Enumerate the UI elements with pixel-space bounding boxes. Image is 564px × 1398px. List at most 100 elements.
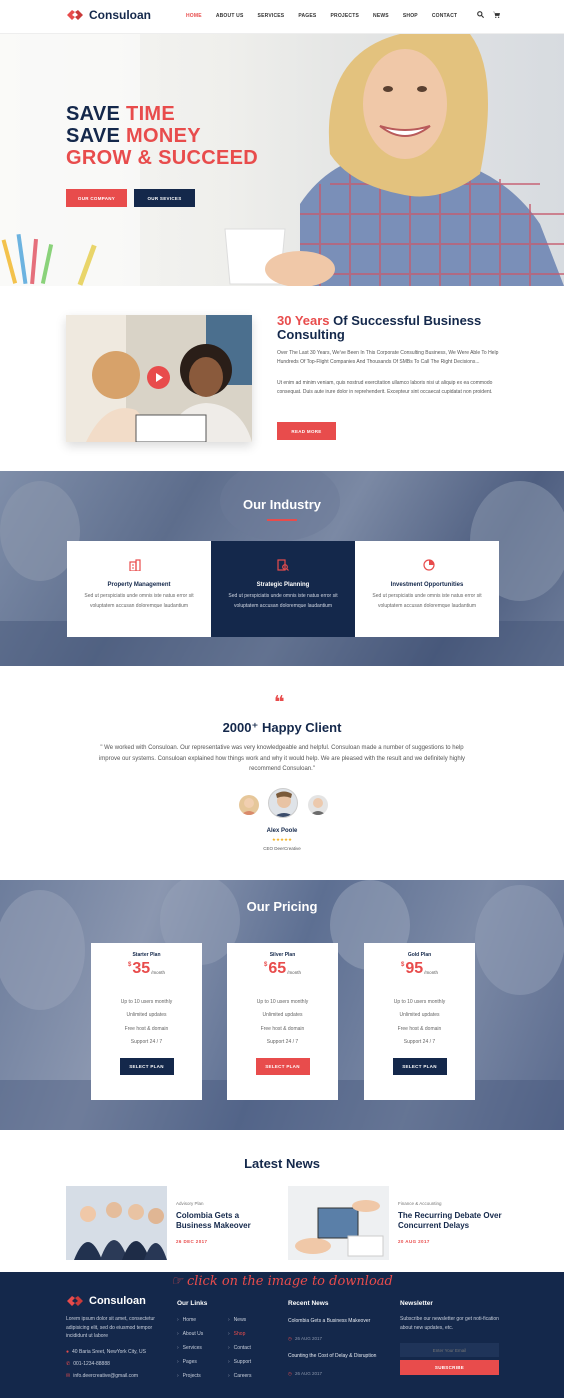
chevron-right-icon: › — [228, 1359, 230, 1365]
plan-feature: Unlimited updates — [126, 1012, 167, 1019]
hero-section: SAVE TIME SAVE MONEY GROW & SUCCEED OUR … — [0, 34, 564, 286]
plan-feature: Support 24 / 7 — [266, 1038, 299, 1045]
testimonial-quote: " We worked with Consuloan. Our represen… — [98, 745, 466, 772]
plan-feature: Up to 10 users monthly — [256, 999, 309, 1005]
footer-link-pages[interactable]: › Pages — [177, 1355, 203, 1369]
footer-links-col-2: › News › Shop › Contact › Support › Careers — [228, 1313, 251, 1383]
hero-line-2: SAVE MONEY — [66, 125, 201, 147]
site-footer: ☞ click on the image to download Consulo… — [0, 1272, 564, 1398]
testimonial-title: 2000⁺ Happy Client — [222, 720, 342, 735]
footer-link-contact[interactable]: › Contact — [228, 1341, 251, 1355]
client-name: Alex Poole — [266, 828, 298, 834]
chevron-right-icon: › — [177, 1373, 179, 1379]
select-plan-button[interactable]: SELECT PLAN — [119, 1058, 174, 1076]
select-plan-button[interactable]: SELECT PLAN — [255, 1058, 310, 1076]
nav-about[interactable]: ABOUT US — [216, 13, 244, 19]
pricing-title: Our Pricing — [246, 899, 318, 914]
newsletter-text: Subscribe our newsletter gor get noti-fi… — [400, 1316, 499, 1331]
footer-logo[interactable]: Consuloan — [66, 1295, 146, 1307]
industry-card-strategic[interactable]: Strategic Planning Sed ut perspiciatis u… — [211, 541, 355, 637]
footer-phone[interactable]: ✆ 001-1234-88888 — [66, 1360, 110, 1369]
nav-news[interactable]: NEWS — [373, 13, 389, 19]
about-paragraph-1: Over The Last 30 Years, We've Been In Th… — [277, 350, 499, 365]
newsletter-email-input[interactable] — [400, 1343, 499, 1357]
footer-brand: Consuloan — [89, 1295, 146, 1307]
footer-recent-title: Recent News — [288, 1300, 329, 1307]
phone-icon: ✆ — [66, 1361, 71, 1367]
main-nav: HOME ABOUT US SERVICES PAGES PROJECTS NE… — [186, 13, 471, 19]
footer-about: Lorem ipsum dolor sit amet, consectetur … — [66, 1316, 155, 1339]
chevron-right-icon: › — [177, 1317, 179, 1323]
news-category: Advisory Plan — [176, 1201, 204, 1206]
footer-link-support[interactable]: › Support — [228, 1355, 251, 1369]
pricing-card-gold: Gold Plan $95/month Up to 10 users month… — [364, 943, 475, 1100]
chevron-right-icon: › — [228, 1331, 230, 1337]
footer-email[interactable]: ✉ info.deercreative@gmail.com — [66, 1372, 138, 1381]
industry-card-property[interactable]: Property Management Sed ut perspiciatis … — [67, 541, 211, 637]
about-title: 30 Years Of Successful Business Consulti… — [277, 313, 482, 342]
select-plan-button[interactable]: SELECT PLAN — [392, 1058, 447, 1076]
footer-link-home[interactable]: › Home — [177, 1313, 203, 1327]
footer-links-title: Our Links — [177, 1300, 208, 1307]
nav-home[interactable]: HOME — [186, 13, 202, 19]
plan-feature: Unlimited updates — [262, 1012, 303, 1019]
industry-card-investment[interactable]: Investment Opportunities Sed ut perspici… — [355, 541, 499, 637]
cart-icon[interactable] — [493, 11, 500, 18]
footer-link-news[interactable]: › News — [228, 1313, 251, 1327]
download-banner[interactable]: ☞ click on the image to download — [0, 1274, 564, 1289]
site-header: Consuloan HOME ABOUT US SERVICES PAGES P… — [0, 0, 564, 34]
read-more-button[interactable]: READ MORE — [277, 422, 336, 440]
our-services-button[interactable]: OUR SEVICES — [134, 189, 195, 207]
search-icon[interactable] — [477, 11, 484, 18]
recent-news-title[interactable]: Colombia Gets a Business Makeover — [288, 1317, 378, 1326]
nav-pages[interactable]: PAGES — [298, 13, 316, 19]
rating-stars: ★★★★★ — [271, 837, 293, 842]
nav-projects[interactable]: PROJECTS — [330, 13, 359, 19]
about-paragraph-2: Ut enim ad minim veniam, quis nostrud ex… — [277, 380, 493, 395]
recent-news-date: ◷ 26 AUG 2017 — [288, 1371, 322, 1376]
nav-contact[interactable]: CONTACT — [432, 13, 457, 19]
plan-feature: Free host & domain — [124, 1025, 169, 1032]
industry-card-title: Property Management — [107, 582, 171, 588]
footer-newsletter-title: Newsletter — [400, 1300, 433, 1307]
news-headline[interactable]: Colombia Gets a Business Makeover — [176, 1211, 271, 1231]
news-date: 20 AUG 2017 — [398, 1239, 430, 1244]
clock-icon: ◷ — [288, 1371, 292, 1376]
brand-logo[interactable]: Consuloan — [66, 8, 151, 22]
chevron-right-icon: › — [177, 1359, 179, 1365]
client-avatar-right[interactable] — [308, 795, 328, 815]
logo-icon — [67, 1296, 83, 1306]
client-avatar-main[interactable] — [268, 788, 298, 818]
chevron-right-icon: › — [228, 1345, 230, 1351]
document-search-icon — [277, 559, 289, 571]
footer-link-projects[interactable]: › Projects — [177, 1369, 203, 1383]
industry-card-title: Investment Opportunities — [390, 582, 464, 588]
about-video-thumbnail[interactable] — [66, 315, 252, 442]
plan-feature: Unlimited updates — [399, 1012, 440, 1019]
nav-services[interactable]: SERVICES — [258, 13, 285, 19]
industry-card-title: Strategic Planning — [256, 582, 310, 588]
our-company-button[interactable]: OUR COMPANY — [66, 189, 127, 207]
plan-feature: Support 24 / 7 — [130, 1038, 163, 1045]
industry-card-desc: Sed ut perspiciatis unde omnis iste natu… — [372, 593, 482, 609]
industry-card-desc: Sed ut perspiciatis unde omnis iste natu… — [84, 593, 194, 609]
recent-news-date: ◷ 26 AUG 2017 — [288, 1336, 322, 1341]
chevron-right-icon: › — [228, 1373, 230, 1379]
play-button[interactable] — [147, 366, 170, 389]
footer-link-about[interactable]: › About Us — [177, 1327, 203, 1341]
footer-link-shop[interactable]: › Shop — [228, 1327, 251, 1341]
news-image-1[interactable] — [66, 1186, 167, 1260]
footer-link-careers[interactable]: › Careers — [228, 1369, 251, 1383]
news-headline[interactable]: The Recurring Debate Over Concurrent Del… — [398, 1211, 510, 1231]
industry-card-desc: Sed ut perspiciatis unde omnis iste natu… — [228, 593, 338, 609]
news-image-2[interactable] — [288, 1186, 389, 1260]
logo-icon — [67, 10, 83, 20]
client-avatar-left[interactable] — [239, 795, 259, 815]
subscribe-button[interactable]: SUBSCRIBE — [400, 1360, 499, 1375]
chevron-right-icon: › — [177, 1345, 179, 1351]
nav-shop[interactable]: SHOP — [403, 13, 418, 19]
plan-name: Starter Plan — [132, 952, 161, 958]
title-underline — [267, 519, 297, 521]
recent-news-title[interactable]: Counting the Cost of Delay & Disruption — [288, 1352, 383, 1361]
footer-link-services[interactable]: › Services — [177, 1341, 203, 1355]
